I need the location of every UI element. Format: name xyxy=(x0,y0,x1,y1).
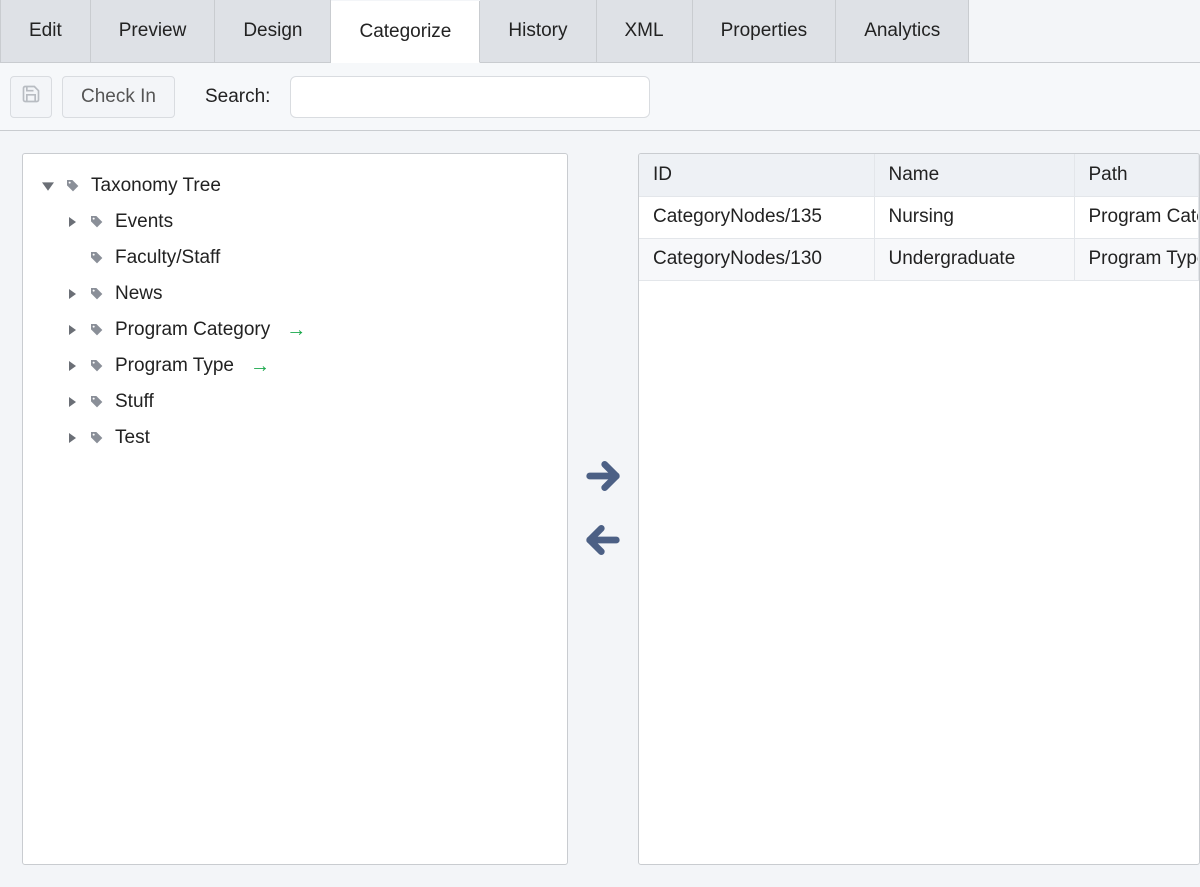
tree-item-label: News xyxy=(115,283,163,305)
tree-item-label: Faculty/Staff xyxy=(115,247,220,269)
tab-categorize[interactable]: Categorize xyxy=(331,1,480,63)
tag-icon xyxy=(89,322,105,338)
tree-item-news[interactable]: News xyxy=(33,276,557,312)
transfer-controls xyxy=(568,153,638,865)
caret-down-icon xyxy=(41,179,55,193)
tree-item-label: Test xyxy=(115,427,150,449)
cell-path: Program Type xyxy=(1074,238,1199,280)
tree-item-label: Events xyxy=(115,211,173,233)
cell-name: Nursing xyxy=(874,196,1074,238)
tree-root[interactable]: Taxonomy Tree xyxy=(33,168,557,204)
caret-right-icon xyxy=(65,431,79,445)
tree-item-test[interactable]: Test xyxy=(33,420,557,456)
arrow-right-icon xyxy=(583,456,623,499)
tab-design[interactable]: Design xyxy=(215,0,331,62)
save-button[interactable] xyxy=(10,76,52,118)
main-area: Taxonomy Tree Events Faculty/Staff News … xyxy=(0,131,1200,887)
col-header-id[interactable]: ID xyxy=(639,154,874,196)
tab-preview[interactable]: Preview xyxy=(91,0,216,62)
col-header-name[interactable]: Name xyxy=(874,154,1074,196)
tab-analytics[interactable]: Analytics xyxy=(836,0,969,62)
toolbar: Check In Search: xyxy=(0,63,1200,131)
tree-item-program-category[interactable]: Program Category → xyxy=(33,312,557,348)
tag-icon xyxy=(65,178,81,194)
tab-properties[interactable]: Properties xyxy=(693,0,837,62)
tree-item-label: Program Type xyxy=(115,355,234,377)
checkin-button[interactable]: Check In xyxy=(62,76,175,118)
tag-icon xyxy=(89,358,105,374)
tab-xml[interactable]: XML xyxy=(597,0,693,62)
tag-icon xyxy=(89,430,105,446)
table-row[interactable]: CategoryNodes/130 Undergraduate Program … xyxy=(639,238,1199,280)
col-header-path[interactable]: Path xyxy=(1074,154,1199,196)
categories-table: ID Name Path CategoryNodes/135 Nursing P… xyxy=(639,154,1199,281)
taxonomy-tree-panel: Taxonomy Tree Events Faculty/Staff News … xyxy=(22,153,568,865)
linked-arrow-icon: → xyxy=(286,319,306,342)
tag-icon xyxy=(89,394,105,410)
cell-name: Undergraduate xyxy=(874,238,1074,280)
tag-icon xyxy=(89,286,105,302)
tab-history[interactable]: History xyxy=(480,0,596,62)
tag-icon xyxy=(89,214,105,230)
table-header-row: ID Name Path xyxy=(639,154,1199,196)
tree-item-label: Stuff xyxy=(115,391,154,413)
tab-bar: Edit Preview Design Categorize History X… xyxy=(0,0,1200,63)
tree-item-faculty-staff[interactable]: Faculty/Staff xyxy=(33,240,557,276)
tag-icon xyxy=(89,250,105,266)
caret-right-icon xyxy=(65,215,79,229)
tree-root-label: Taxonomy Tree xyxy=(91,175,221,197)
cell-path: Program Category xyxy=(1074,196,1199,238)
caret-right-icon xyxy=(65,395,79,409)
tree-item-label: Program Category xyxy=(115,319,270,341)
tree-item-stuff[interactable]: Stuff xyxy=(33,384,557,420)
remove-from-list-button[interactable] xyxy=(581,519,625,563)
caret-right-icon xyxy=(65,359,79,373)
search-input[interactable] xyxy=(290,76,650,118)
arrow-left-icon xyxy=(583,520,623,563)
caret-right-icon xyxy=(65,323,79,337)
save-icon xyxy=(21,84,41,109)
cell-id: CategoryNodes/130 xyxy=(639,238,874,280)
cell-id: CategoryNodes/135 xyxy=(639,196,874,238)
categories-table-panel: ID Name Path CategoryNodes/135 Nursing P… xyxy=(638,153,1200,865)
search-label: Search: xyxy=(205,86,270,108)
tree-item-program-type[interactable]: Program Type → xyxy=(33,348,557,384)
table-row[interactable]: CategoryNodes/135 Nursing Program Catego… xyxy=(639,196,1199,238)
tab-edit[interactable]: Edit xyxy=(0,0,91,62)
add-to-list-button[interactable] xyxy=(581,455,625,499)
tree-item-events[interactable]: Events xyxy=(33,204,557,240)
caret-right-icon xyxy=(65,287,79,301)
linked-arrow-icon: → xyxy=(250,355,270,378)
